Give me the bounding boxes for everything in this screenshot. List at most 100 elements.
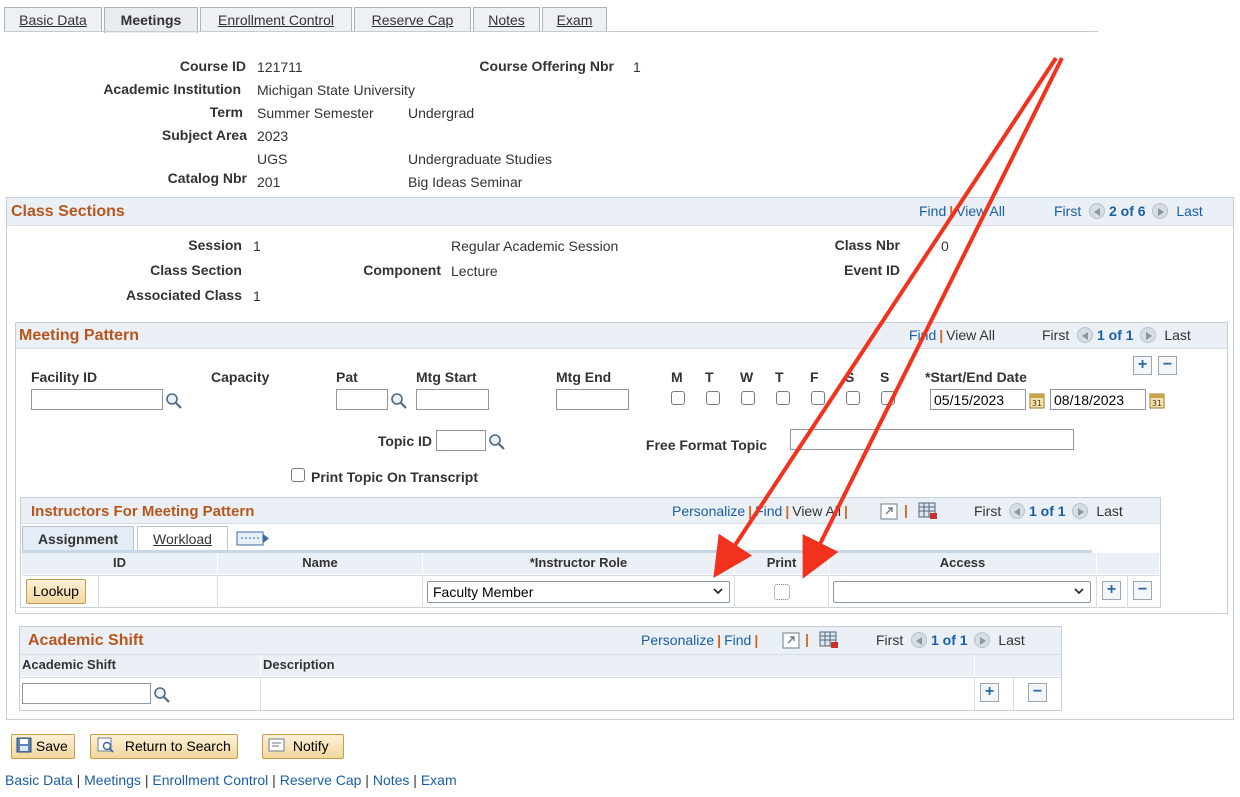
delete-shift-icon[interactable]: − bbox=[1028, 683, 1047, 702]
instructors-personalize-link[interactable]: Personalize bbox=[672, 503, 745, 519]
instructors-view-all[interactable]: View All bbox=[792, 503, 841, 519]
tab-assignment[interactable]: Assignment bbox=[22, 526, 134, 551]
return-to-search-button[interactable]: Return to Search bbox=[90, 734, 238, 759]
tab-workload[interactable]: Workload bbox=[137, 526, 228, 551]
footer-link-exam[interactable]: Exam bbox=[421, 772, 457, 788]
term-career: Undergrad bbox=[408, 105, 475, 121]
col-id-header: ID bbox=[22, 553, 217, 574]
pattern-lookup-icon[interactable] bbox=[390, 392, 408, 410]
tab-reserve-cap[interactable]: Reserve Cap bbox=[354, 7, 471, 32]
previous-row-icon[interactable] bbox=[911, 632, 928, 649]
class-sections-last-link[interactable]: Last bbox=[1176, 203, 1202, 219]
pat-label: Pat bbox=[336, 369, 358, 385]
end-date-input[interactable] bbox=[1050, 389, 1146, 410]
start-date-input[interactable] bbox=[930, 389, 1026, 410]
class-sections-view-all-link[interactable]: View All bbox=[956, 203, 1005, 219]
previous-row-icon[interactable] bbox=[1077, 327, 1094, 344]
previous-row-icon[interactable] bbox=[1009, 503, 1026, 520]
academic-shift-count: 1 of 1 bbox=[931, 632, 968, 648]
facility-id-input[interactable] bbox=[31, 389, 163, 410]
academic-shift-last[interactable]: Last bbox=[998, 632, 1024, 648]
start-date-calendar-icon[interactable]: 31 bbox=[1029, 392, 1045, 409]
add-instructor-icon[interactable]: + bbox=[1102, 581, 1121, 600]
instructors-nav: Personalize | Find | View All | bbox=[672, 503, 848, 519]
show-all-columns-icon[interactable] bbox=[236, 530, 270, 548]
academic-shift-input[interactable] bbox=[22, 683, 151, 704]
academic-shift-find-link[interactable]: Find bbox=[724, 632, 751, 648]
next-row-icon[interactable] bbox=[1140, 327, 1157, 344]
next-row-icon[interactable] bbox=[1152, 203, 1169, 220]
subject-label: Subject Area bbox=[161, 127, 247, 143]
meeting-pattern-first[interactable]: First bbox=[1042, 327, 1069, 343]
add-shift-icon[interactable]: + bbox=[980, 683, 999, 702]
thursday-checkbox[interactable] bbox=[776, 391, 790, 405]
footer-link-meetings[interactable]: Meetings bbox=[84, 772, 141, 788]
previous-row-icon[interactable] bbox=[1089, 203, 1106, 220]
facility-lookup-icon[interactable] bbox=[165, 392, 183, 410]
tab-meetings[interactable]: Meetings bbox=[104, 7, 198, 33]
instructor-role-select[interactable]: Faculty Member bbox=[427, 581, 730, 603]
instructors-first[interactable]: First bbox=[974, 503, 1001, 519]
end-date-calendar-icon[interactable]: 31 bbox=[1149, 392, 1165, 409]
new-window-icon[interactable] bbox=[880, 503, 898, 520]
next-row-icon[interactable] bbox=[1072, 503, 1089, 520]
new-window-icon[interactable] bbox=[782, 632, 800, 649]
associated-class-label: Associated Class bbox=[126, 287, 242, 303]
friday-checkbox[interactable] bbox=[811, 391, 825, 405]
tab-enrollment-control[interactable]: Enrollment Control bbox=[200, 7, 352, 32]
mtg-end-input[interactable] bbox=[556, 389, 629, 410]
meeting-pattern-find-link[interactable]: Find bbox=[909, 327, 936, 343]
footer-link-reserve-cap[interactable]: Reserve Cap bbox=[280, 772, 362, 788]
academic-shift-first[interactable]: First bbox=[876, 632, 903, 648]
grid-divider bbox=[20, 677, 1061, 678]
pattern-input[interactable] bbox=[336, 389, 388, 410]
class-sections-first-link[interactable]: First bbox=[1054, 203, 1081, 219]
chevron-down-icon bbox=[713, 588, 723, 595]
academic-shift-personalize-link[interactable]: Personalize bbox=[641, 632, 714, 648]
mtg-start-input[interactable] bbox=[416, 389, 489, 410]
grid-divider bbox=[734, 575, 735, 608]
monday-checkbox[interactable] bbox=[671, 391, 685, 405]
col-print-header: Print bbox=[735, 553, 828, 574]
subject-code: UGS bbox=[257, 151, 288, 167]
download-grid-icon[interactable] bbox=[918, 502, 938, 520]
session-value: 1 bbox=[253, 238, 261, 254]
print-topic-checkbox[interactable] bbox=[291, 468, 305, 482]
print-checkbox[interactable] bbox=[774, 584, 790, 600]
tab-exam[interactable]: Exam bbox=[542, 7, 607, 32]
meeting-pattern-view-all[interactable]: View All bbox=[946, 327, 995, 343]
subject-desc: Undergraduate Studies bbox=[408, 151, 552, 167]
free-format-topic-input[interactable] bbox=[790, 429, 1074, 450]
notify-button[interactable]: Notify bbox=[262, 734, 344, 759]
footer-link-enrollment-control[interactable]: Enrollment Control bbox=[152, 772, 268, 788]
catalog-label: Catalog Nbr bbox=[167, 170, 247, 186]
download-grid-icon[interactable] bbox=[819, 631, 839, 649]
footer-link-notes[interactable]: Notes bbox=[373, 772, 410, 788]
tuesday-checkbox[interactable] bbox=[706, 391, 720, 405]
saturday-checkbox[interactable] bbox=[846, 391, 860, 405]
delete-instructor-icon[interactable]: − bbox=[1133, 581, 1152, 600]
grid-divider bbox=[828, 575, 829, 608]
grid-divider bbox=[217, 575, 218, 608]
instructors-find-link[interactable]: Find bbox=[755, 503, 782, 519]
access-select[interactable] bbox=[833, 581, 1091, 603]
lookup-button[interactable]: Lookup bbox=[26, 579, 86, 604]
delete-row-icon[interactable]: − bbox=[1158, 356, 1177, 375]
add-row-icon[interactable]: + bbox=[1133, 356, 1152, 375]
meeting-pattern-last[interactable]: Last bbox=[1164, 327, 1190, 343]
tab-basic-data[interactable]: Basic Data bbox=[4, 7, 102, 32]
footer-link-basic-data[interactable]: Basic Data bbox=[5, 772, 73, 788]
tab-notes[interactable]: Notes bbox=[473, 7, 540, 32]
class-sections-find-link[interactable]: Find bbox=[919, 203, 946, 219]
topic-id-input[interactable] bbox=[436, 430, 486, 451]
next-row-icon[interactable] bbox=[974, 632, 991, 649]
grid-divider bbox=[1127, 575, 1128, 608]
chevron-down-icon bbox=[1074, 588, 1084, 595]
topic-lookup-icon[interactable] bbox=[488, 433, 506, 451]
instructors-last[interactable]: Last bbox=[1096, 503, 1122, 519]
sunday-checkbox[interactable] bbox=[881, 391, 895, 405]
wednesday-checkbox[interactable] bbox=[741, 391, 755, 405]
grid-divider bbox=[260, 677, 261, 710]
save-button[interactable]: Save bbox=[11, 734, 75, 759]
academic-shift-lookup-icon[interactable] bbox=[153, 686, 171, 704]
